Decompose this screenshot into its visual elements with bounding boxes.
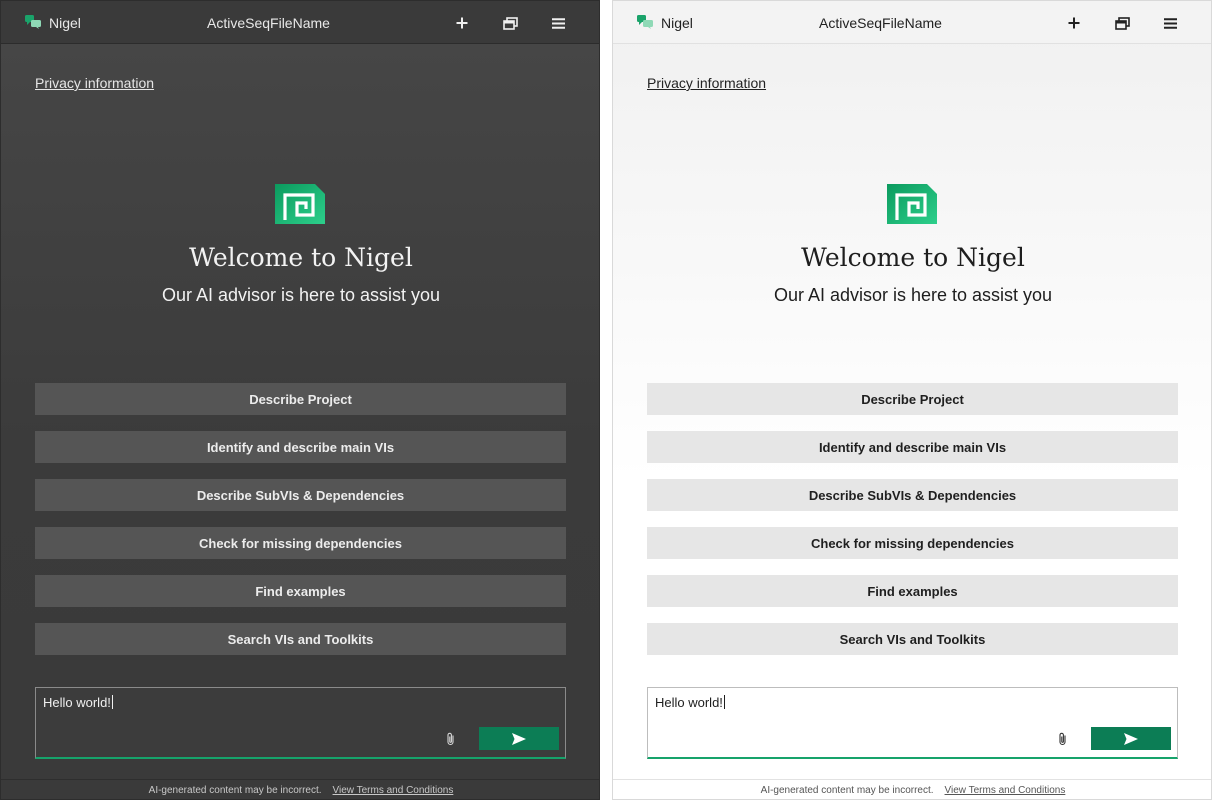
terms-link[interactable]: View Terms and Conditions (333, 785, 454, 796)
welcome-title: Welcome to Nigel (801, 243, 1025, 272)
suggestion-check-dependencies[interactable]: Check for missing dependencies (647, 527, 1178, 559)
chat-bubbles-icon (25, 15, 41, 29)
nigel-logo-icon (275, 184, 325, 224)
paperclip-icon[interactable] (1056, 732, 1070, 746)
send-arrow-icon (512, 732, 526, 745)
footer: AI-generated content may be incorrect. V… (613, 779, 1211, 799)
active-file-name: ActiveSeqFileName (819, 15, 942, 31)
terms-link[interactable]: View Terms and Conditions (945, 785, 1066, 796)
suggestion-search-vis-toolkits[interactable]: Search VIs and Toolkits (647, 623, 1178, 655)
chat-input[interactable]: Hello world! (647, 687, 1178, 759)
welcome-title: Welcome to Nigel (189, 243, 413, 272)
chat-input-text[interactable]: Hello world! (655, 695, 725, 710)
plus-icon[interactable] (1064, 13, 1084, 33)
hamburger-menu-icon[interactable] (1160, 13, 1180, 33)
suggestion-find-examples[interactable]: Find examples (647, 575, 1178, 607)
light-theme-panel: Nigel ActiveSeqFileName Privacy informat… (612, 0, 1212, 800)
send-button[interactable] (1091, 727, 1171, 750)
send-arrow-icon (1124, 732, 1138, 745)
ai-disclaimer: AI-generated content may be incorrect. (148, 785, 322, 796)
active-file-name: ActiveSeqFileName (207, 15, 330, 31)
welcome-subtitle: Our AI advisor is here to assist you (161, 285, 441, 305)
app-name: Nigel (661, 15, 693, 31)
chat-input[interactable]: Hello world! (35, 687, 566, 759)
chat-input-text[interactable]: Hello world! (43, 695, 113, 710)
suggestion-list: Describe Project Identify and describe m… (35, 383, 566, 671)
suggestion-list: Describe Project Identify and describe m… (647, 383, 1178, 671)
suggestion-identify-main-vis[interactable]: Identify and describe main VIs (35, 431, 566, 463)
title-bar: Nigel ActiveSeqFileName (1, 1, 599, 44)
app-name: Nigel (49, 15, 81, 31)
suggestion-find-examples[interactable]: Find examples (35, 575, 566, 607)
hamburger-menu-icon[interactable] (548, 13, 568, 33)
title-bar: Nigel ActiveSeqFileName (613, 1, 1211, 44)
suggestion-describe-project[interactable]: Describe Project (647, 383, 1178, 415)
suggestion-identify-main-vis[interactable]: Identify and describe main VIs (647, 431, 1178, 463)
footer: AI-generated content may be incorrect. V… (1, 779, 599, 799)
chat-bubbles-icon (637, 15, 653, 29)
suggestion-describe-subvis[interactable]: Describe SubVIs & Dependencies (35, 479, 566, 511)
text-caret (723, 695, 725, 709)
ai-disclaimer: AI-generated content may be incorrect. (760, 785, 934, 796)
dark-theme-panel: Nigel ActiveSeqFileName Privacy informat… (0, 0, 600, 800)
suggestion-describe-project[interactable]: Describe Project (35, 383, 566, 415)
paperclip-icon[interactable] (444, 732, 458, 746)
privacy-information-link[interactable]: Privacy information (647, 75, 766, 91)
window-stack-icon[interactable] (1112, 13, 1132, 33)
suggestion-search-vis-toolkits[interactable]: Search VIs and Toolkits (35, 623, 566, 655)
suggestion-describe-subvis[interactable]: Describe SubVIs & Dependencies (647, 479, 1178, 511)
nigel-logo-icon (887, 184, 937, 224)
window-stack-icon[interactable] (500, 13, 520, 33)
text-caret (111, 695, 113, 709)
privacy-information-link[interactable]: Privacy information (35, 75, 154, 91)
send-button[interactable] (479, 727, 559, 750)
plus-icon[interactable] (452, 13, 472, 33)
suggestion-check-dependencies[interactable]: Check for missing dependencies (35, 527, 566, 559)
welcome-subtitle: Our AI advisor is here to assist you (773, 285, 1053, 305)
